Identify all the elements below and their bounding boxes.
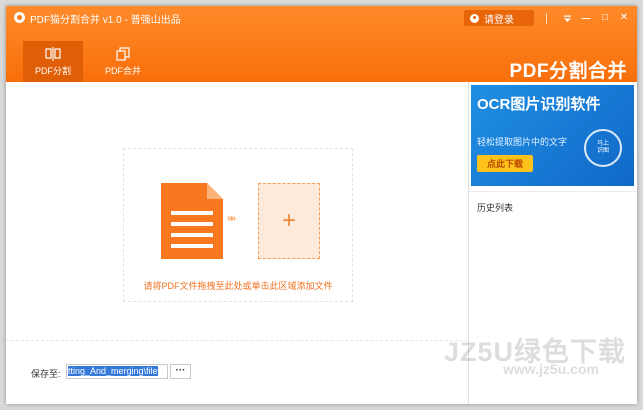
history-list-title: 历史列表: [477, 203, 514, 213]
menu-icon: [563, 15, 571, 22]
app-logo-icon: [14, 12, 25, 23]
drop-hint-text: 请将PDF文件拖拽至此处或单击此区域添加文件: [143, 281, 333, 291]
download-button[interactable]: 点此下载: [477, 155, 533, 172]
login-button[interactable]: 请登录: [464, 10, 534, 26]
divider: [6, 340, 468, 341]
tab-label: PDF合并: [104, 66, 141, 76]
app-window: PDF猫分割合并 v1.0 - 普强山出品 请登录 — □ ✕ PDF分割 PD…: [6, 6, 637, 404]
header: PDF猫分割合并 v1.0 - 普强山出品 请登录 — □ ✕ PDF分割 PD…: [6, 6, 637, 82]
browse-button[interactable]: ···: [170, 364, 191, 379]
file-drop-zone[interactable]: »» + 请将PDF文件拖拽至此处或单击此区域添加文件: [123, 148, 353, 302]
scan-badge: 马上识图: [584, 129, 622, 167]
titlebar-separator: [546, 13, 547, 24]
split-icon: [45, 47, 61, 61]
minimize-icon: —: [581, 12, 591, 23]
app-title: PDF猫分割合并 v1.0 - 普强山出品: [30, 15, 181, 26]
arrow-icon: »»: [227, 213, 236, 224]
close-icon: ✕: [619, 12, 629, 23]
add-file-button[interactable]: +: [258, 183, 320, 259]
ad-title: OCR图片识别软件: [477, 96, 601, 113]
maximize-button[interactable]: □: [598, 10, 612, 26]
history-divider: [469, 191, 637, 192]
main-panel: »» + 请将PDF文件拖拽至此处或单击此区域添加文件 保存至: tting_A…: [6, 82, 468, 404]
scan-badge-label: 马上识图: [596, 141, 609, 154]
login-label: 请登录: [484, 14, 514, 26]
ocr-ad-banner[interactable]: OCR图片识别软件 轻松提取图片中的文字 点此下载 马上识图: [471, 85, 634, 186]
minimize-button[interactable]: —: [579, 10, 593, 26]
tab-pdf-merge[interactable]: PDF合并: [93, 41, 153, 82]
save-to-label: 保存至:: [31, 369, 61, 379]
user-icon: [470, 13, 479, 23]
plus-icon: +: [281, 207, 296, 234]
menu-button[interactable]: [560, 10, 574, 26]
brand-title: PDF分割合并: [509, 61, 627, 82]
pdf-document-icon: [161, 183, 223, 259]
maximize-icon: □: [601, 12, 609, 23]
ad-subtitle: 轻松提取图片中的文字: [477, 137, 568, 147]
save-path-value: tting_And_merging\file: [68, 366, 158, 376]
watermark-url: www.jz5u.com: [503, 361, 599, 377]
tab-pdf-split[interactable]: PDF分割: [23, 41, 83, 82]
title-bar: PDF猫分割合并 v1.0 - 普强山出品 请登录 — □ ✕: [6, 6, 637, 30]
merge-icon: [116, 47, 130, 61]
close-button[interactable]: ✕: [617, 10, 631, 26]
tab-label: PDF分割: [34, 66, 71, 76]
save-path-input[interactable]: tting_And_merging\file: [66, 364, 168, 379]
